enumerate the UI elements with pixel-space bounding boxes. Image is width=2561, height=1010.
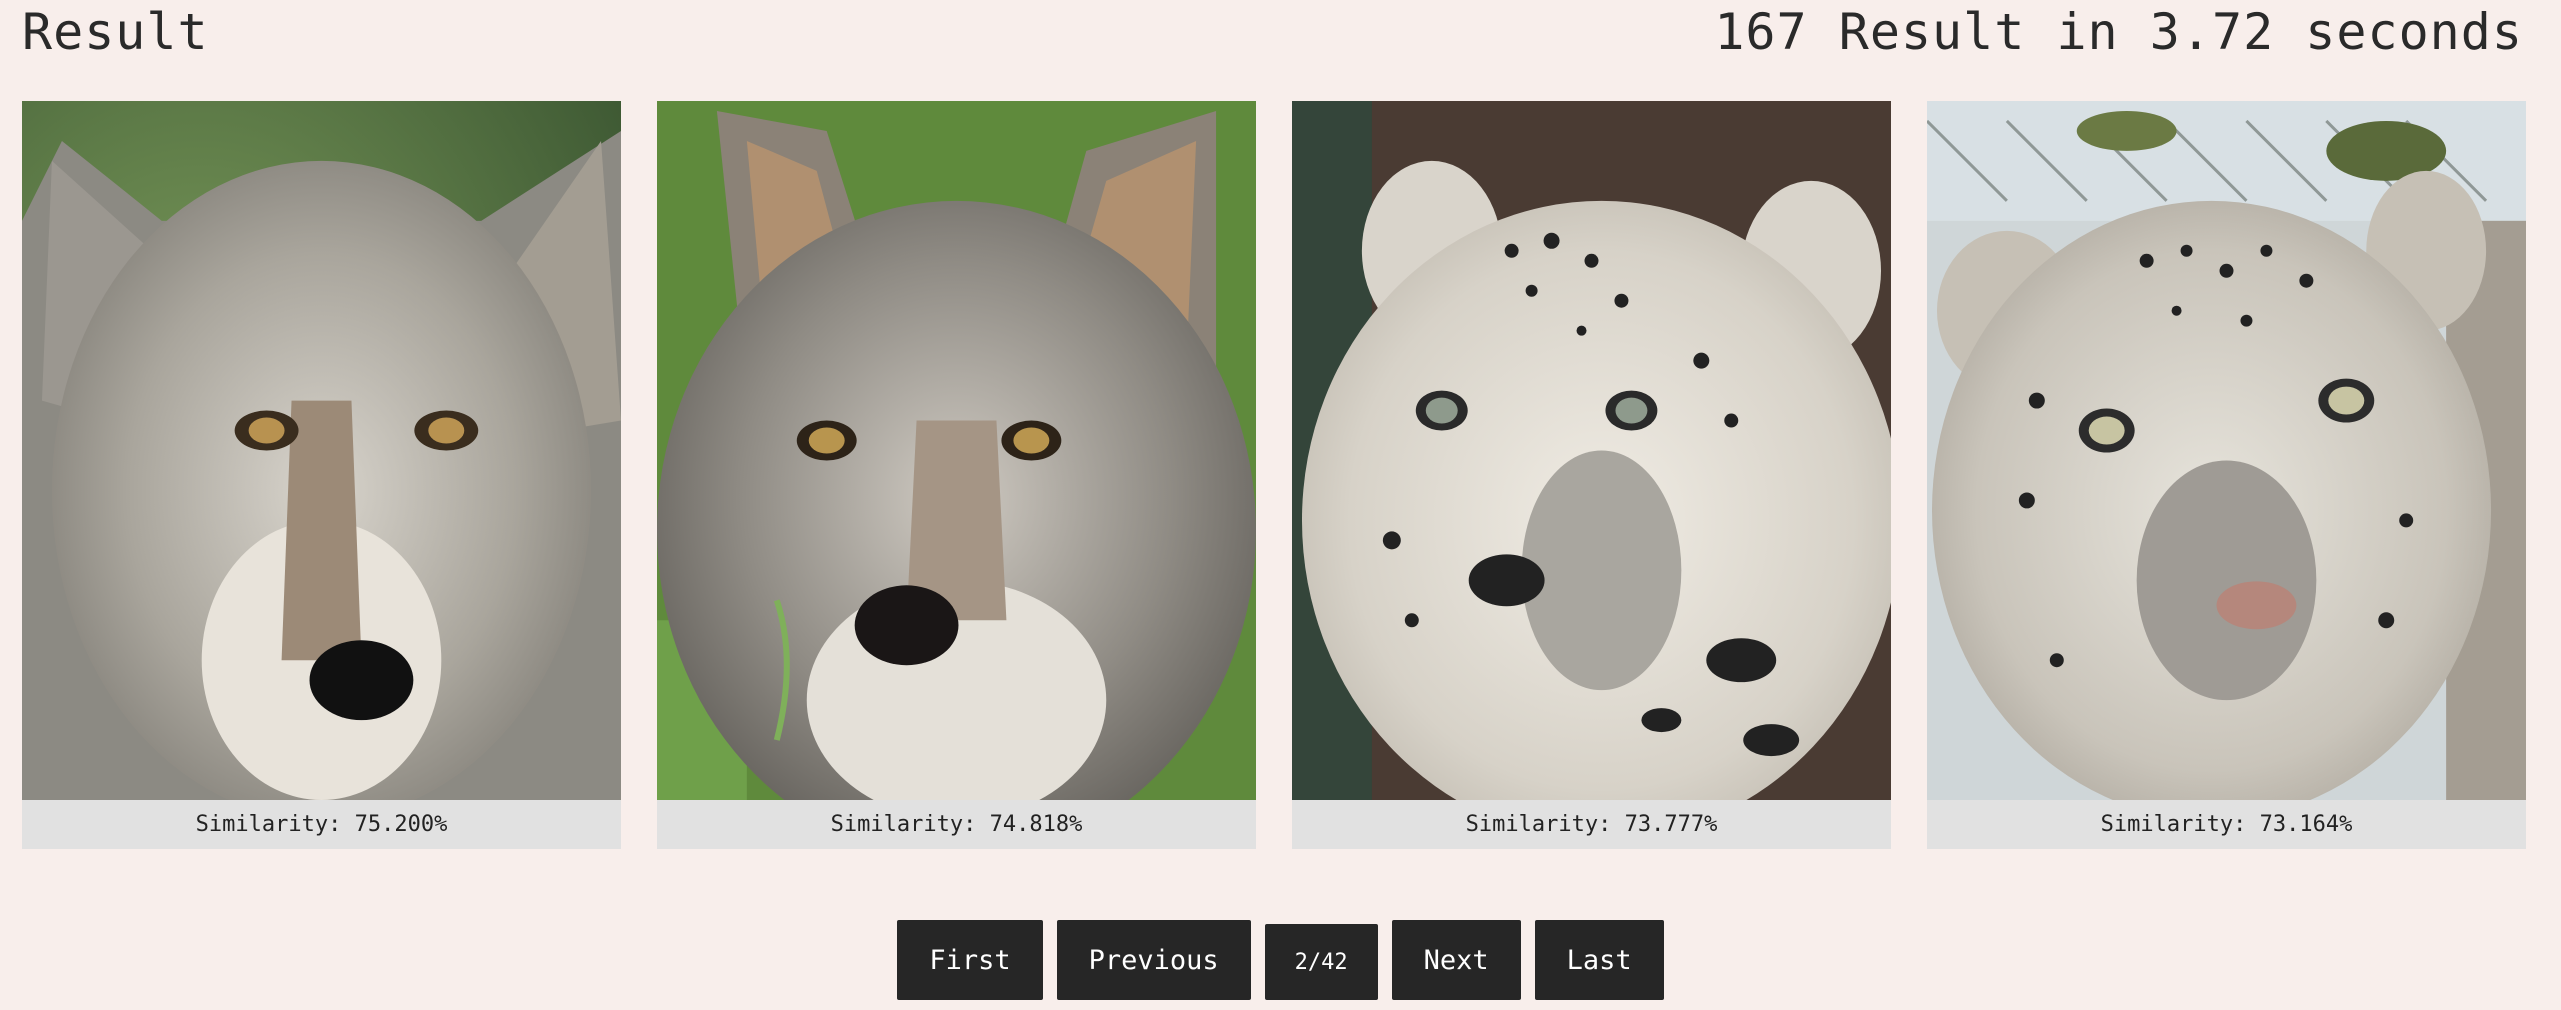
results-grid: Similarity: 75.200% Similarity: 74.818% … <box>22 101 2526 849</box>
wolf-image[interactable] <box>657 101 1256 800</box>
page-indicator: 2/42 <box>1264 924 1378 1000</box>
pagination: First Previous 2/42 Next Last <box>0 920 2561 1000</box>
snow-leopard-image[interactable] <box>1927 101 2526 800</box>
snow-leopard-image[interactable] <box>1292 101 1891 800</box>
wolf-image[interactable] <box>22 101 621 800</box>
next-page-button[interactable]: Next <box>1391 920 1521 1000</box>
results-header: Result 167 Result in 3.72 seconds <box>22 0 2523 64</box>
result-card[interactable]: Similarity: 74.818% <box>657 101 1256 849</box>
similarity-label: Similarity: 73.164% <box>1927 800 2526 849</box>
last-page-button[interactable]: Last <box>1534 920 1664 1000</box>
first-page-button[interactable]: First <box>897 920 1043 1000</box>
result-card[interactable]: Similarity: 73.777% <box>1292 101 1891 849</box>
previous-page-button[interactable]: Previous <box>1056 920 1251 1000</box>
similarity-label: Similarity: 73.777% <box>1292 800 1891 849</box>
similarity-label: Similarity: 74.818% <box>657 800 1256 849</box>
results-stats: 167 Result in 3.72 seconds <box>1714 3 2523 61</box>
page-title: Result <box>22 3 209 61</box>
result-card[interactable]: Similarity: 73.164% <box>1927 101 2526 849</box>
result-card[interactable]: Similarity: 75.200% <box>22 101 621 849</box>
similarity-label: Similarity: 75.200% <box>22 800 621 849</box>
